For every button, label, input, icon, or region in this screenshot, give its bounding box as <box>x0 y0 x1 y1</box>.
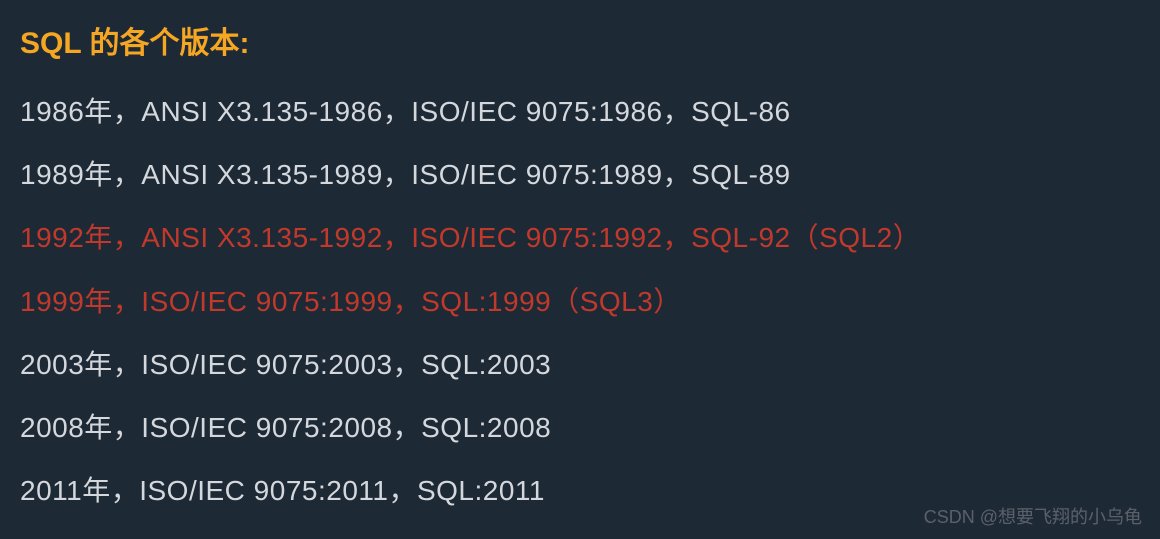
watermark: CSDN @想要飞翔的小乌龟 <box>924 503 1142 529</box>
version-line-highlight: 1999年，ISO/IEC 9075:1999，SQL:1999（SQL3） <box>20 282 1140 321</box>
version-line-highlight: 1992年，ANSI X3.135-1992，ISO/IEC 9075:1992… <box>20 218 1140 257</box>
version-line: 1986年，ANSI X3.135-1986，ISO/IEC 9075:1986… <box>20 92 1140 131</box>
version-line: 2003年，ISO/IEC 9075:2003，SQL:2003 <box>20 345 1140 384</box>
version-line: 2008年，ISO/IEC 9075:2008，SQL:2008 <box>20 408 1140 447</box>
page-title: SQL 的各个版本: <box>20 18 1140 62</box>
version-line: 1989年，ANSI X3.135-1989，ISO/IEC 9075:1989… <box>20 155 1140 194</box>
